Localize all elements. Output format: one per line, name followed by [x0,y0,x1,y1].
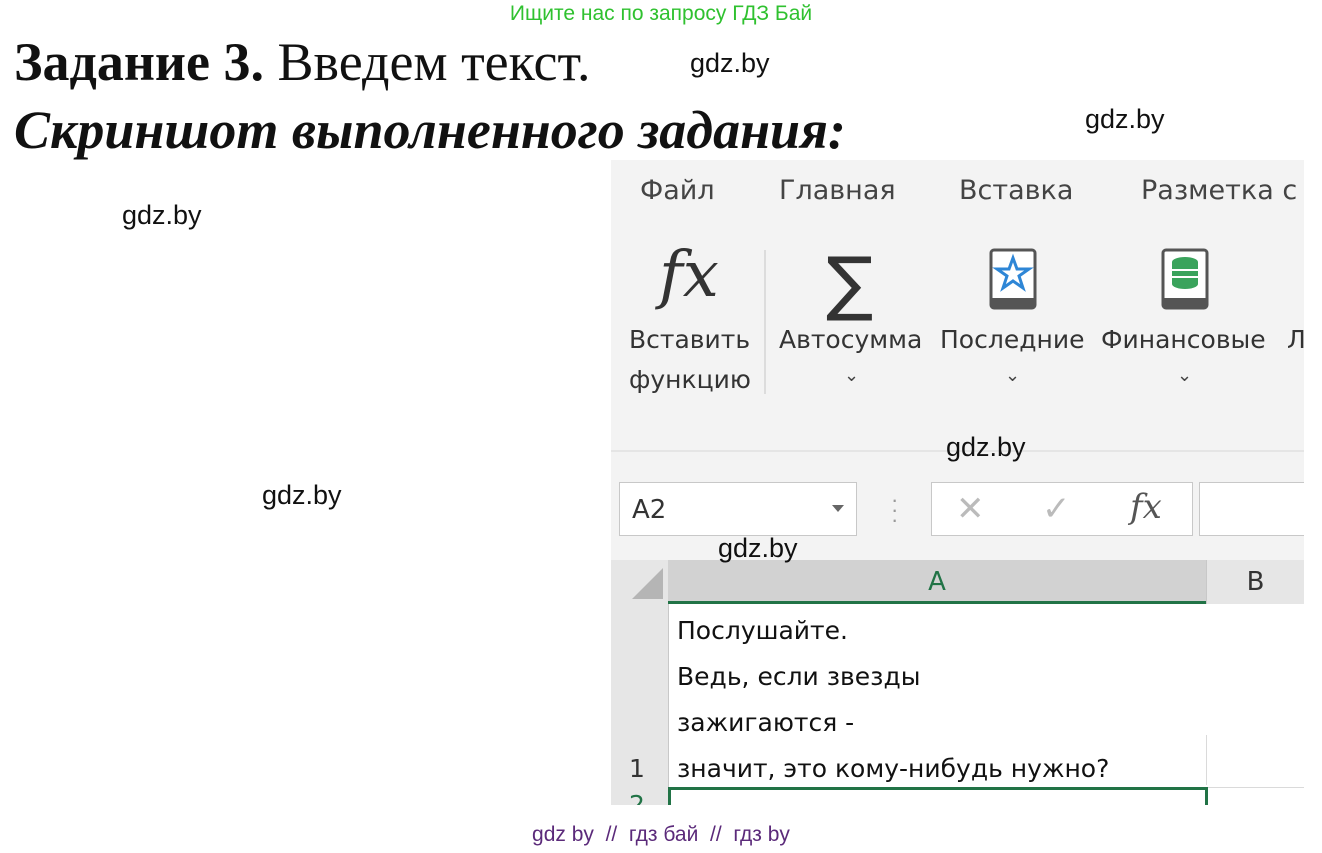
cell-a1-line: значит, это кому-нибудь нужно? [677,754,1110,783]
chevron-down-icon[interactable] [832,505,844,512]
cell-a1-line: зажигаются - [677,708,855,737]
selected-cell-a2[interactable] [668,787,1208,805]
task-text: Введем текст. [264,32,591,92]
enter-check-icon[interactable]: ✓ [1042,489,1071,529]
chevron-down-icon: ⌄ [1177,365,1193,386]
task-number: Задание 3. [14,32,265,92]
row-header-2[interactable]: 2 [629,790,645,805]
watermark: gdz.by [262,480,342,510]
screenshot-caption: Скриншот выполненного задания: [14,100,846,160]
insert-function-label-2: функцию [629,365,751,394]
grid-line [1206,787,1304,788]
tab-home[interactable]: Главная [779,175,896,206]
star-book-icon [989,248,1037,310]
chevron-down-icon: ⌄ [844,365,860,386]
formula-bar-buttons: ✕ ✓ fx [931,482,1193,536]
sigma-icon: ∑ [826,242,874,324]
insert-function-label-1: Вставить [629,325,751,354]
watermark: gdz.by [946,432,1026,462]
tab-file[interactable]: Файл [640,175,715,206]
column-header-b[interactable]: B [1206,560,1304,604]
watermark: gdz.by [122,200,202,230]
cell-a1-line: Ведь, если звезды [677,662,921,691]
cell-a1-line: Послушайте. [677,616,848,645]
row-header-1[interactable]: 1 [629,754,645,783]
fx-icon: fx [659,238,719,312]
excel-screenshot: Файл Главная Вставка Разметка с fx Встав… [611,160,1304,805]
ribbon-separator [764,250,766,394]
watermark: gdz.by [690,48,770,78]
cancel-icon[interactable]: ✕ [956,489,985,529]
grid-line [1206,735,1207,785]
logical-label[interactable]: Л [1287,325,1304,354]
insert-function-icon[interactable]: fx [1130,487,1162,527]
top-banner: Ищите нас по запросу ГДЗ Бай [509,2,813,25]
database-book-icon [1161,248,1209,310]
name-box[interactable]: A2 [619,482,857,536]
task-heading: Задание 3. Введем текст. [14,30,591,94]
chevron-down-icon: ⌄ [1005,365,1021,386]
tab-page-layout[interactable]: Разметка с [1141,175,1297,206]
recent-label: Последние [940,325,1085,354]
watermark: gdz.by [1085,104,1165,134]
watermark: gdz.by [718,533,798,563]
financial-label: Финансовые [1101,325,1266,354]
formula-input[interactable] [1199,482,1304,536]
drag-handle-icon[interactable]: · · · [891,489,898,531]
select-all-corner[interactable] [611,560,668,604]
name-box-value: A2 [632,495,667,525]
tab-insert[interactable]: Вставка [959,175,1073,206]
grid-line [668,604,669,805]
column-header-a[interactable]: A [668,560,1206,604]
corner-triangle-icon [632,568,663,599]
footer-caption: gdz by // гдз бай // гдз by [532,823,790,846]
autosum-label: Автосумма [779,325,923,354]
